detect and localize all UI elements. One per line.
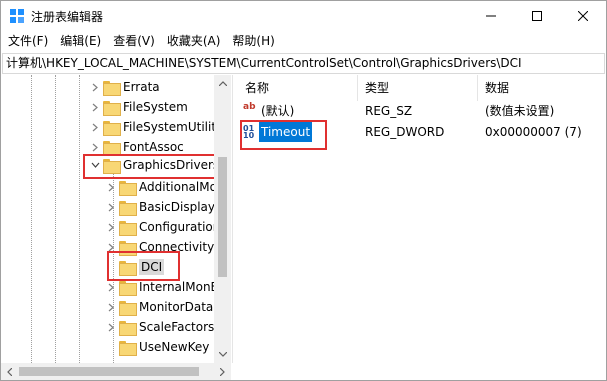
expand-chevron-icon[interactable] [105,217,117,237]
tree-item-label: MonitorData [139,300,214,314]
tree-item-label: FileSystemUtiliti [123,120,220,134]
address-bar[interactable]: 计算机\HKEY_LOCAL_MACHINE\SYSTEM\CurrentCon… [2,53,605,74]
folder-icon [119,320,137,336]
menu-help[interactable]: 帮助(H) [226,31,280,52]
maximize-icon [532,11,542,21]
tree-item-label: ScaleFactors [139,320,215,334]
maximize-button[interactable] [514,1,560,31]
column-divider[interactable] [477,75,478,101]
value-data: (数值未设置) [485,104,555,118]
regedit-app-icon [10,9,24,23]
scrollbar-thumb[interactable] [218,157,227,277]
highlight-box-dci [107,251,180,281]
list-row[interactable]: ab (默认) REG_SZ (数值未设置) [243,101,603,121]
tree-item-filesystemutilities[interactable]: FileSystemUtiliti [89,117,219,137]
scroll-right-icon[interactable] [214,363,231,380]
folder-icon [103,100,121,116]
folder-icon [119,280,137,296]
window-title: 注册表编辑器 [31,10,104,24]
folder-icon [103,80,121,96]
menu-view[interactable]: 查看(V) [107,31,161,52]
expand-chevron-icon[interactable] [89,117,101,137]
minimize-icon [486,15,496,17]
menu-favorites[interactable]: 收藏夹(A) [161,31,227,52]
values-list: 名称 类型 数据 ab (默认) REG_SZ (数值未设置) 01 10 Tim… [237,75,606,380]
column-header-name[interactable]: 名称 [245,75,269,101]
scrollbar-thumb[interactable] [19,367,199,376]
tree-item-label: FontAssoc [123,140,184,154]
tree-item-label: Configuration [139,220,221,234]
tree-guide-line [55,75,56,363]
column-divider[interactable] [357,75,358,101]
expand-chevron-icon[interactable] [105,317,117,337]
expand-chevron-icon[interactable] [105,177,117,197]
tree-item-label: Errata [123,80,160,94]
tree-horizontal-scrollbar[interactable] [1,363,231,380]
menu-edit[interactable]: 编辑(E) [54,31,107,52]
scroll-up-icon[interactable] [214,75,231,92]
tree-item-scalefactors[interactable]: ScaleFactors [105,317,214,337]
value-type: REG_SZ [365,104,413,118]
tree-item-basicdisplay[interactable]: BasicDisplay [105,197,215,217]
folder-icon [119,220,137,236]
tree-item-filesystem[interactable]: FileSystem [89,97,188,117]
value-type: REG_DWORD [365,125,445,139]
highlight-box-graphicsdrivers [83,154,229,179]
tree-item-monitordata[interactable]: MonitorData [105,297,213,317]
expand-chevron-icon[interactable] [105,297,117,317]
tree-item-label: InternalMonE [139,280,219,294]
menu-bar: 文件(F) 编辑(E) 查看(V) 收藏夹(A) 帮助(H) [1,31,606,52]
folder-icon [119,200,137,216]
regedit-window: 注册表编辑器 文件(F) 编辑(E) 查看(V) 收藏夹(A) 帮助(H) 计算… [0,0,607,381]
expand-chevron-icon[interactable] [89,97,101,117]
folder-icon [103,120,121,136]
registry-tree: Errata FileSystem FileSystemUtiliti Font… [1,75,233,363]
folder-icon [119,180,137,196]
scroll-left-icon[interactable] [1,363,18,380]
scroll-down-icon[interactable] [214,346,231,363]
tree-item-errata[interactable]: Errata [89,77,160,97]
value-name: (默认) [261,104,295,118]
expand-chevron-icon[interactable] [89,77,101,97]
expand-chevron-icon[interactable] [105,197,117,217]
tree-item-configuration[interactable]: Configuration [105,217,220,237]
tree-item-label: FileSystem [123,100,188,114]
tree-vertical-scrollbar[interactable] [214,75,231,363]
tree-item-usenewkey[interactable]: UseNewKey [119,337,209,357]
value-data: 0x00000007 (7) [485,125,582,139]
tree-item-label: UseNewKey [139,340,210,354]
close-icon [578,11,588,21]
highlight-box-timeout [240,120,327,150]
tree-item-label: AdditionalMo [139,180,217,194]
minimize-button[interactable] [468,1,514,31]
tree-guide-line [79,75,80,363]
folder-icon [103,140,121,156]
column-header-type[interactable]: 类型 [365,75,389,101]
column-header-data[interactable]: 数据 [485,75,509,101]
folder-icon [119,300,137,316]
tree-item-additionalmonitors[interactable]: AdditionalMo [105,177,217,197]
string-value-icon: ab [243,102,256,112]
tree-item-label: BasicDisplay [139,200,216,214]
title-bar: 注册表编辑器 [1,1,606,31]
tree-guide-line [31,75,32,363]
folder-icon [119,340,137,356]
close-button[interactable] [560,1,606,31]
menu-file[interactable]: 文件(F) [2,31,54,52]
